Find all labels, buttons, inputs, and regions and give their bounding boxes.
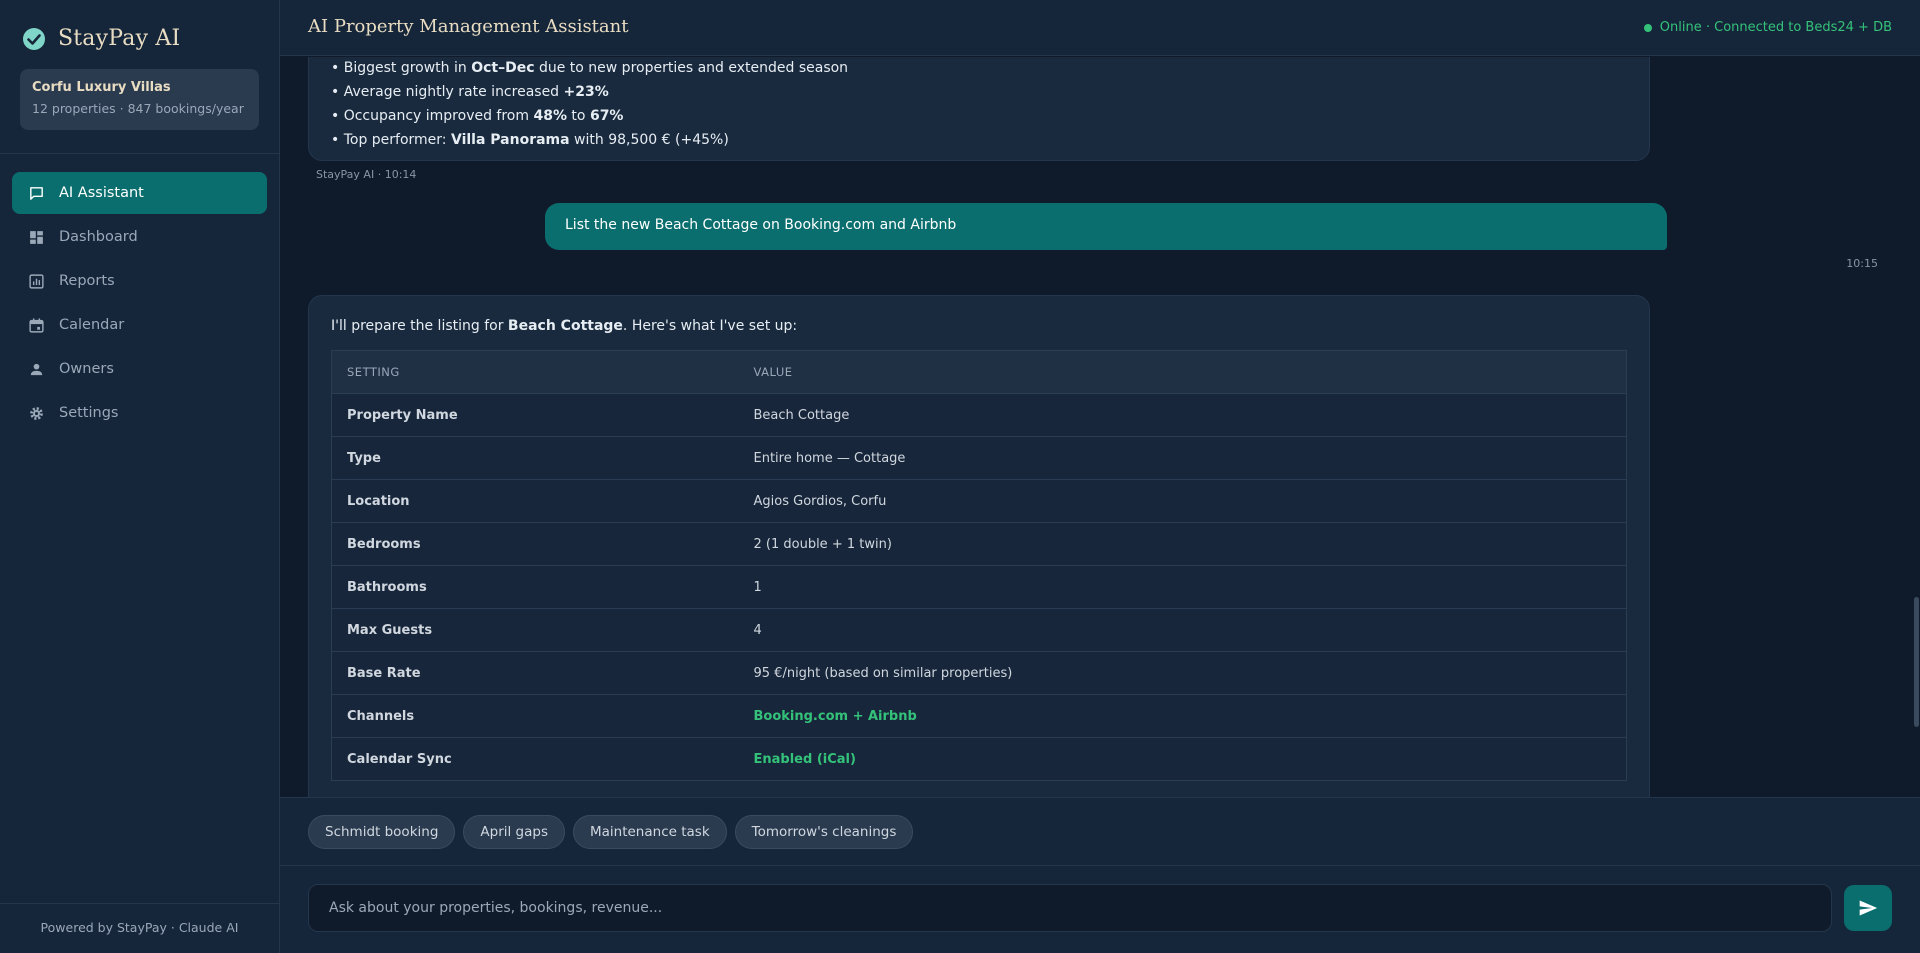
calendar-icon xyxy=(29,317,44,333)
setting-value: 2 (1 double + 1 twin) xyxy=(738,522,1627,566)
message-intro: I'll prepare the listing for Beach Cotta… xyxy=(331,318,798,334)
ai-message: • Biggest growth in Oct–Dec due to new p… xyxy=(308,57,1650,161)
status-text: Online · Connected to Beds24 + DB xyxy=(1659,20,1892,35)
ai-message: I'll prepare the listing for Beach Cotta… xyxy=(308,295,1650,797)
sidebar-item-label: Settings xyxy=(59,405,119,421)
sidebar-item-settings[interactable]: Settings xyxy=(12,392,267,434)
chip-maintenance-task[interactable]: Maintenance task xyxy=(572,815,727,849)
setting-value: Beach Cottage xyxy=(738,393,1627,437)
table-row: Location Agios Gordios, Corfu xyxy=(331,479,1627,523)
sidebar-item-calendar[interactable]: Calendar xyxy=(12,304,267,346)
table-row: Type Entire home — Cottage xyxy=(331,436,1627,480)
table-header-row: SETTING VALUE xyxy=(331,350,1627,394)
chat-messages[interactable]: • Biggest growth in Oct–Dec due to new p… xyxy=(280,57,1920,797)
message-line: • Biggest growth in Oct–Dec due to new p… xyxy=(331,60,849,76)
header: AI Property Management Assistant Online … xyxy=(280,0,1920,56)
message-line: • Average nightly rate increased +23% xyxy=(331,84,609,100)
brand-name: StayPay AI xyxy=(58,26,181,51)
message-line: • Top performer: Villa Panorama with 98,… xyxy=(331,132,729,148)
listing-settings-table: SETTING VALUE Property Name Beach Cottage… xyxy=(331,350,1627,781)
setting-value: 95 €/night (based on similar properties) xyxy=(738,651,1627,695)
setting-value: 1 xyxy=(738,565,1627,609)
chip-april-gaps[interactable]: April gaps xyxy=(463,815,565,849)
person-icon xyxy=(30,363,43,375)
setting-key: Channels xyxy=(331,694,739,738)
sidebar-nav: AI Assistant Dashboard Reports Calendar … xyxy=(12,172,267,436)
message-meta: StayPay AI · 10:14 xyxy=(316,168,417,181)
sidebar: StayPay AI Corfu Luxury Villas 12 proper… xyxy=(0,0,280,953)
table-row: Bedrooms 2 (1 double + 1 twin) xyxy=(331,522,1627,566)
reports-icon xyxy=(29,273,44,289)
sidebar-item-label: Calendar xyxy=(59,317,125,333)
setting-key: Calendar Sync xyxy=(331,737,739,781)
gear-icon xyxy=(30,406,43,420)
column-header: VALUE xyxy=(738,350,1627,394)
sidebar-item-reports[interactable]: Reports xyxy=(12,260,267,302)
column-header: SETTING xyxy=(331,350,739,394)
org-name: Corfu Luxury Villas xyxy=(32,80,171,95)
table-row: Calendar Sync Enabled (iCal) xyxy=(331,737,1627,781)
setting-value: Entire home — Cottage xyxy=(738,436,1627,480)
table-row: Max Guests 4 xyxy=(331,608,1627,652)
setting-value: Booking.com + Airbnb xyxy=(738,694,1627,738)
table-row: Channels Booking.com + Airbnb xyxy=(331,694,1627,738)
sidebar-item-dashboard[interactable]: Dashboard xyxy=(12,216,267,258)
status-dot-icon xyxy=(1643,23,1652,32)
message-line: • Occupancy improved from 48% to 67% xyxy=(331,108,624,124)
connection-status: Online · Connected to Beds24 + DB xyxy=(1643,20,1892,35)
sidebar-item-label: AI Assistant xyxy=(59,185,144,201)
table-row: Property Name Beach Cottage xyxy=(331,393,1627,437)
check-circle-icon xyxy=(23,27,45,50)
setting-key: Bathrooms xyxy=(331,565,739,609)
sidebar-divider xyxy=(0,153,279,154)
chat-input[interactable] xyxy=(308,884,1832,932)
chat-icon xyxy=(30,186,43,200)
chip-tomorrows-cleanings[interactable]: Tomorrow's cleanings xyxy=(734,815,914,849)
sidebar-item-label: Dashboard xyxy=(59,229,138,245)
sidebar-footer: Powered by StayPay · Claude AI xyxy=(40,920,239,935)
setting-key: Type xyxy=(331,436,739,480)
setting-value: Enabled (iCal) xyxy=(738,737,1627,781)
setting-key: Base Rate xyxy=(331,651,739,695)
sidebar-item-ai-assistant[interactable]: AI Assistant xyxy=(12,172,267,214)
user-message: List the new Beach Cottage on Booking.co… xyxy=(545,203,1667,250)
send-button[interactable] xyxy=(1844,885,1892,931)
message-time: 10:15 xyxy=(1846,257,1878,270)
table-row: Base Rate 95 €/night (based on similar pr… xyxy=(331,651,1627,695)
org-card[interactable]: Corfu Luxury Villas 12 properties · 847 … xyxy=(20,69,259,130)
quick-actions-bar: Schmidt booking April gaps Maintenance t… xyxy=(280,797,1920,866)
chat-scrollbar[interactable] xyxy=(1914,597,1919,727)
setting-key: Property Name xyxy=(331,393,739,437)
send-icon xyxy=(1859,900,1878,916)
input-bar xyxy=(280,866,1920,953)
brand[interactable]: StayPay AI xyxy=(22,26,180,51)
setting-value: Agios Gordios, Corfu xyxy=(738,479,1627,523)
org-meta: 12 properties · 847 bookings/year xyxy=(32,101,244,116)
chip-schmidt-booking[interactable]: Schmidt booking xyxy=(308,815,456,849)
sidebar-footer-divider xyxy=(0,903,279,904)
setting-value: 4 xyxy=(738,608,1627,652)
table-body: Property Name Beach Cottage Type Entire hom… xyxy=(331,393,1627,781)
sidebar-item-label: Owners xyxy=(59,361,114,377)
dashboard-icon xyxy=(30,230,43,244)
sidebar-item-label: Reports xyxy=(59,273,115,289)
sidebar-item-owners[interactable]: Owners xyxy=(12,348,267,390)
quick-action-chips: Schmidt booking April gaps Maintenance t… xyxy=(308,815,914,849)
setting-key: Location xyxy=(331,479,739,523)
page-title: AI Property Management Assistant xyxy=(308,16,629,37)
table-row: Bathrooms 1 xyxy=(331,565,1627,609)
setting-key: Max Guests xyxy=(331,608,739,652)
setting-key: Bedrooms xyxy=(331,522,739,566)
